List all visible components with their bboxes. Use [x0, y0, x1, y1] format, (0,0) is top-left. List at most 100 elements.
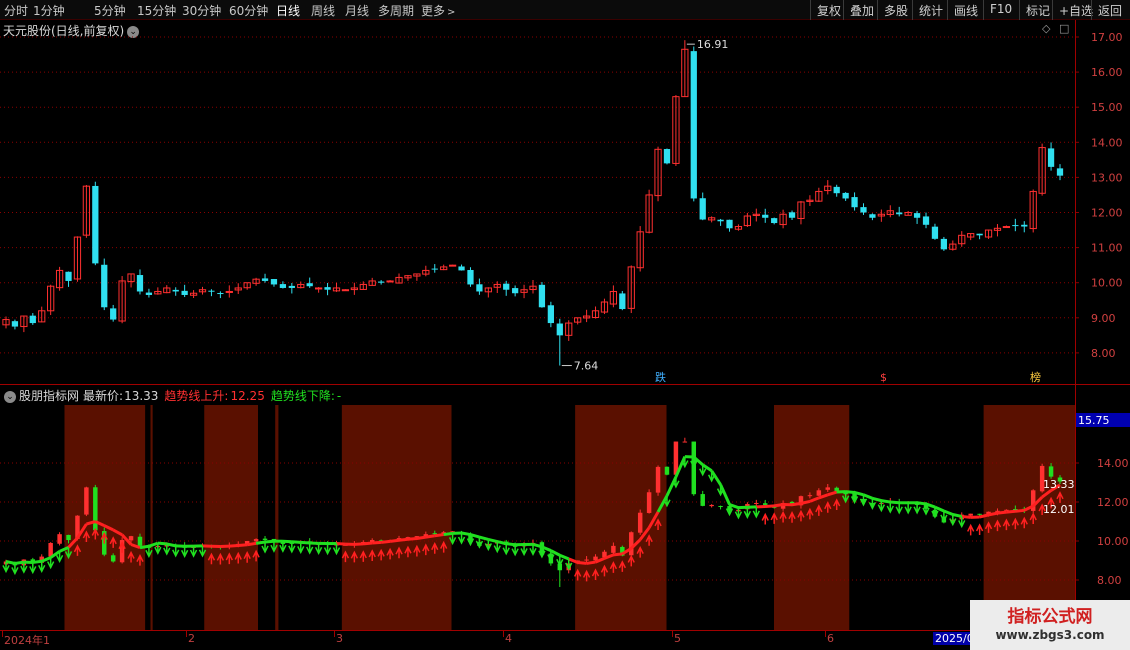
date-tick: [334, 631, 335, 637]
trend-line-segment: [1006, 509, 1016, 514]
indicator-candle-body: [262, 538, 268, 541]
candle-body: [913, 213, 921, 218]
indicator-candle-body: [968, 513, 973, 516]
candle-body: [1002, 226, 1011, 229]
candle-body: [619, 293, 626, 310]
pane-divider[interactable]: [0, 384, 1130, 385]
trend-line-segment: [407, 536, 418, 541]
price-axis-label: 14.00: [1091, 136, 1123, 149]
trend-down-arrow: [734, 507, 743, 520]
candle-body: [556, 323, 563, 336]
candle-body: [503, 283, 510, 290]
trend-line-segment: [166, 542, 177, 548]
candle-body: [225, 290, 233, 293]
indicator-header: ⌄ 股朋指标网 最新价:13.33 趋势线上升: 12.25 趋势线下降: -: [4, 387, 341, 404]
trend-up-arrow: [761, 512, 769, 525]
candle-body: [833, 186, 840, 194]
indicator-candle-body: [48, 542, 53, 557]
candle-body: [976, 233, 983, 236]
date-label-jan: 2024年1: [4, 634, 50, 647]
indicator-axis-label: 10.00: [1097, 535, 1129, 548]
indicator-axis-label: 14.00: [1097, 457, 1129, 470]
trend-up-zone: [983, 405, 1075, 630]
candle-body: [476, 284, 483, 292]
indicator-candle-body: [110, 555, 116, 562]
trend-line-segment: [665, 476, 678, 497]
candle-body: [136, 275, 144, 292]
candle-body: [324, 287, 331, 290]
trend-up-arrow: [975, 523, 984, 536]
indicator-candle-body: [66, 534, 71, 541]
indicator-candle-body: [655, 466, 661, 493]
trend-down-label: 趋势线下降:: [270, 389, 335, 403]
trend-line-segment: [862, 493, 873, 500]
trend-line-segment: [139, 544, 150, 550]
trend-line-segment: [487, 537, 498, 544]
indicator-candle-body: [977, 513, 982, 515]
trend-line-segment: [479, 535, 489, 541]
trend-line-segment: [238, 543, 248, 547]
indicator-candle-body: [128, 536, 134, 541]
trend-line-segment: [389, 538, 400, 543]
trend-line-segment: [559, 553, 570, 561]
chevron-down-icon[interactable]: ⌄: [4, 391, 16, 403]
candle-body: [341, 289, 350, 292]
indicator-axis-label: 15.75: [1078, 414, 1110, 427]
candle-body: [869, 214, 876, 218]
candle-body: [92, 185, 99, 264]
candle-body: [1012, 225, 1019, 227]
candle-body: [145, 292, 153, 295]
price-axis-label: 10.00: [1091, 277, 1123, 290]
trend-line-segment: [773, 503, 784, 508]
date-label-mar: 3: [336, 632, 343, 645]
trend-line-segment: [1015, 508, 1025, 513]
candle-body: [512, 288, 519, 294]
candle-body: [261, 278, 269, 281]
indicator-candle-body: [700, 494, 705, 506]
date-tick: [186, 631, 187, 637]
trend-up-value: 12.25: [230, 389, 265, 403]
trend-line-segment: [264, 539, 275, 544]
candle-body: [762, 214, 769, 218]
indicator-candle-body: [593, 556, 598, 561]
date-tick: [2, 631, 3, 637]
trend-line-segment: [496, 540, 507, 546]
latest-price-tag: 13.33: [1043, 478, 1075, 491]
candle-body: [1047, 148, 1055, 167]
candle-body: [922, 216, 930, 225]
indicator-axis-label: 8.00: [1097, 574, 1122, 587]
trend-line-segment: [800, 499, 811, 505]
candle-body: [11, 321, 19, 327]
date-label-feb: 2: [188, 632, 195, 645]
candle-body: [110, 308, 117, 320]
candle-body: [851, 197, 858, 208]
candle-body: [270, 279, 278, 285]
candle-body: [547, 305, 554, 324]
trend-line-segment: [229, 543, 239, 548]
trend-line-segment: [5, 560, 16, 565]
candle-body: [448, 264, 457, 267]
price-axis-label: 11.00: [1091, 242, 1123, 255]
axis-border: [1075, 20, 1076, 630]
trend-line-segment: [988, 511, 998, 517]
trend-line-segment: [765, 504, 775, 508]
trend-up-zone: [575, 405, 667, 630]
date-label-jun: 6: [827, 632, 834, 645]
trend-line-segment: [246, 541, 257, 547]
trend-down-arrow: [29, 562, 37, 575]
event-marker: 榜: [1030, 370, 1041, 384]
candle-body: [315, 287, 323, 290]
trend-up-zone: [275, 405, 279, 630]
trend-line-segment: [363, 541, 373, 546]
candle-body: [717, 219, 724, 222]
trend-line-segment: [32, 559, 42, 564]
chart-canvas[interactable]: 13.33 12.01 17.00 16.00 15.00 14.00 13.00 12.0…: [0, 0, 1130, 650]
candle-body: [940, 238, 948, 250]
trend-line-segment: [398, 537, 409, 542]
trend-line-segment: [434, 533, 444, 538]
low-price-label: 7.64: [574, 360, 599, 373]
indicator-candle-body: [807, 495, 813, 497]
candle-body: [663, 149, 671, 164]
trend-line-segment: [916, 501, 927, 506]
candle-body: [1056, 168, 1064, 176]
